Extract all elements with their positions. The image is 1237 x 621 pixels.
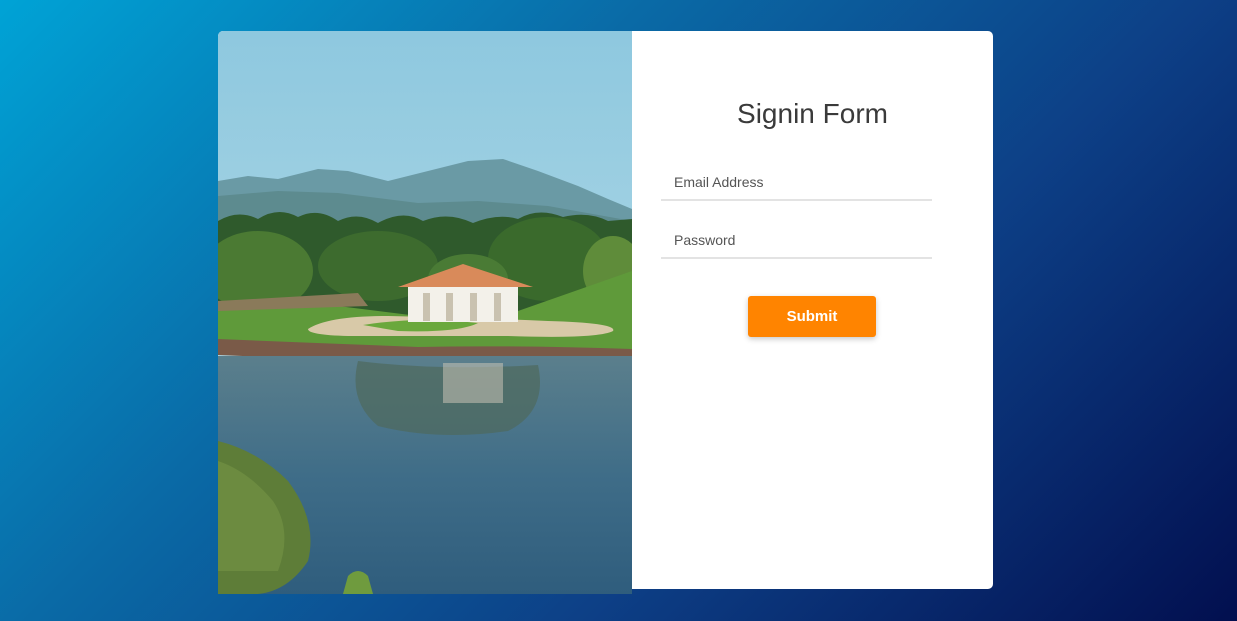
landscape-photo bbox=[218, 31, 632, 594]
email-field[interactable] bbox=[661, 165, 932, 201]
form-title: Signin Form bbox=[737, 98, 888, 129]
submit-button[interactable]: Submit bbox=[748, 296, 876, 337]
signin-form: Signin Form Submit bbox=[632, 31, 993, 589]
password-field[interactable] bbox=[661, 223, 932, 259]
